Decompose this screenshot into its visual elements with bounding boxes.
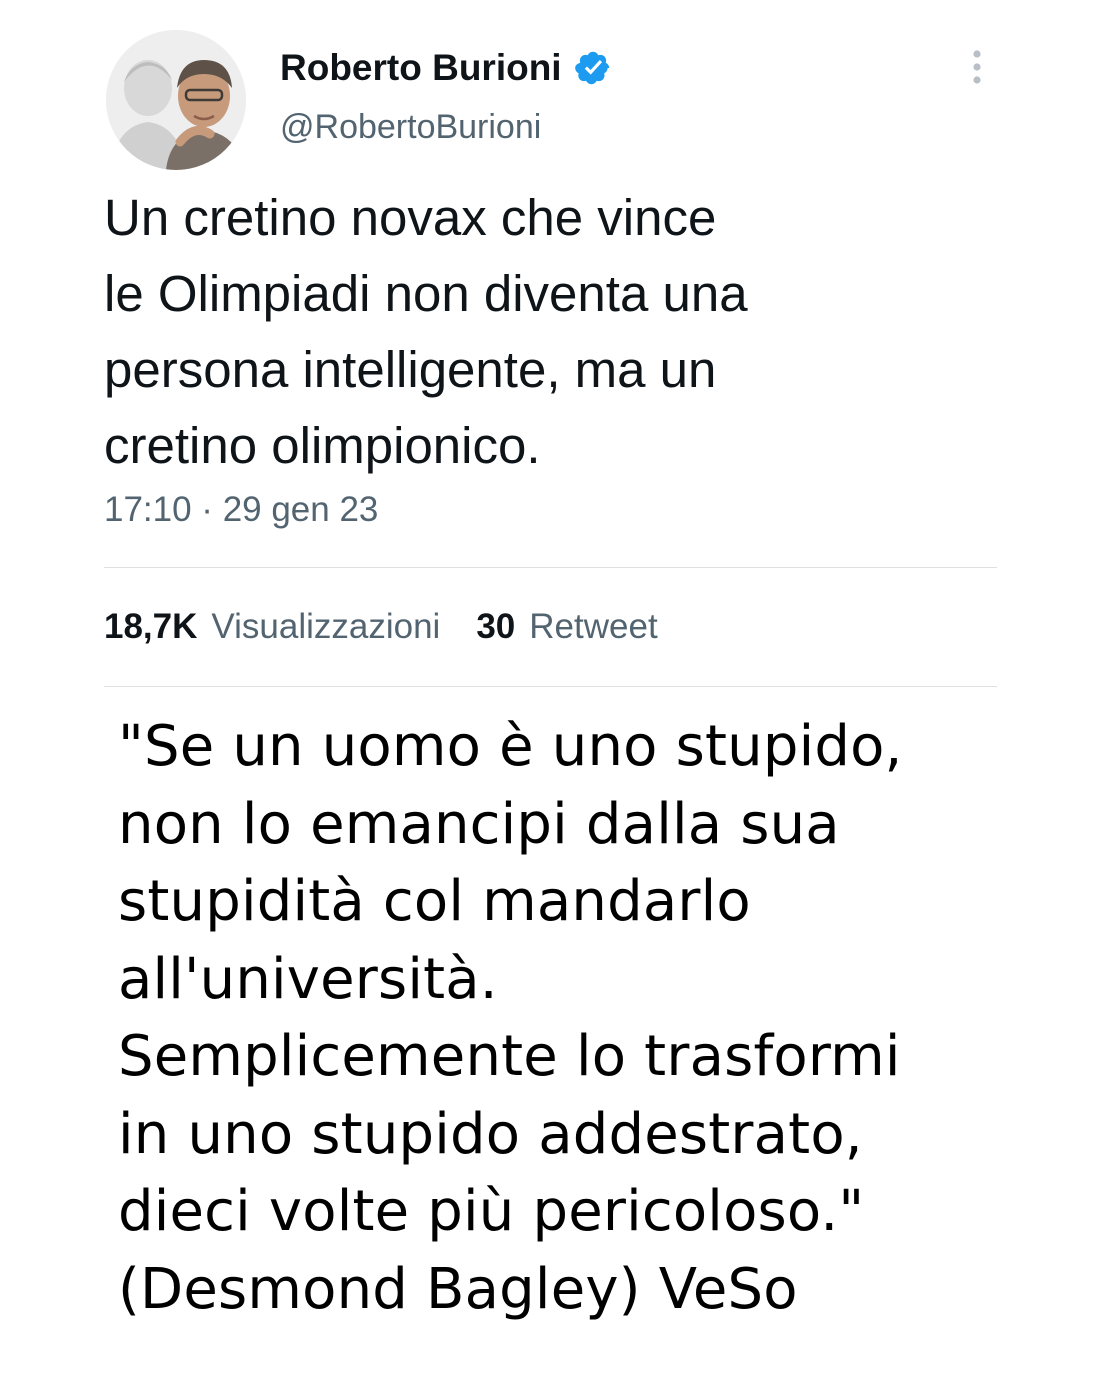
verified-badge-icon — [574, 49, 612, 87]
quote-caption: "Se un uomo è uno stupido, non lo emanci… — [118, 714, 903, 1322]
retweets-count: 30 — [476, 607, 516, 646]
retweets-stat[interactable]: 30 Retweet — [476, 605, 657, 649]
divider — [104, 686, 997, 687]
tweet-timestamp[interactable]: 17:10 · 29 gen 23 — [104, 488, 378, 532]
avatar[interactable] — [106, 30, 246, 170]
avatar-portrait-icon — [106, 30, 246, 170]
views-label: Visualizzazioni — [211, 607, 441, 646]
tweet-text: Un cretino novax che vince le Olimpiadi … — [104, 189, 748, 474]
more-options-button[interactable] — [958, 46, 996, 90]
author-name-row[interactable]: Roberto Burioni — [280, 46, 612, 90]
author-name[interactable]: Roberto Burioni — [280, 46, 562, 90]
divider — [104, 567, 997, 568]
views-stat[interactable]: 18,7K Visualizzazioni — [104, 605, 440, 649]
author-handle[interactable]: @RobertoBurioni — [280, 106, 541, 148]
tweet-stats: 18,7K Visualizzazioni 30 Retweet — [104, 605, 658, 649]
retweets-label: Retweet — [529, 607, 658, 646]
more-vertical-icon — [973, 50, 981, 84]
views-count: 18,7K — [104, 607, 198, 646]
